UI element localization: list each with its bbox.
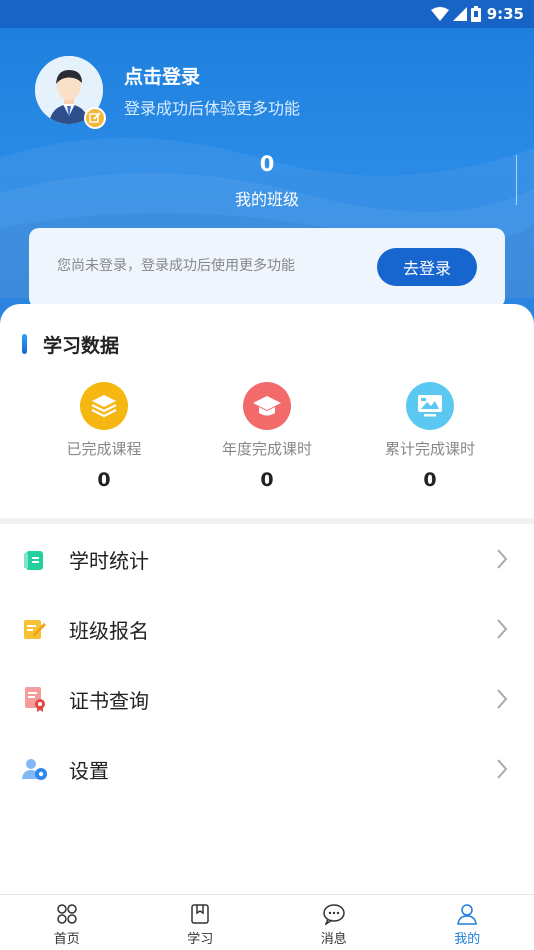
menu-item-label: 设置 xyxy=(69,758,109,783)
login-prompt-title[interactable]: 点击登录 xyxy=(124,62,200,89)
stat-label: 年度完成课时 xyxy=(221,440,312,458)
monitor-icon xyxy=(406,382,454,430)
graduation-cap-icon xyxy=(243,382,291,430)
status-time: 9:35 xyxy=(486,5,524,23)
menu-item-class-signup[interactable]: 班级报名 xyxy=(0,594,534,664)
status-bar: 9:35 xyxy=(0,0,534,28)
tab-study[interactable]: 学习 xyxy=(134,895,268,950)
tab-home[interactable]: 首页 xyxy=(0,895,134,950)
menu-item-label: 证书查询 xyxy=(69,688,149,713)
login-prompt-subtitle: 登录成功后体验更多功能 xyxy=(124,99,301,118)
menu-item-label: 学时统计 xyxy=(69,548,149,573)
home-grid-icon xyxy=(57,904,77,924)
tab-label: 我的 xyxy=(454,932,481,947)
go-login-button[interactable]: 去登录 xyxy=(377,248,477,286)
tab-mine[interactable]: 我的 xyxy=(401,895,534,950)
battery-icon xyxy=(470,6,481,22)
chevron-right-icon xyxy=(497,549,508,569)
stat-total-hours[interactable]: 累计完成课时 0 xyxy=(340,382,520,491)
edit-note-icon xyxy=(22,616,48,642)
menu-item-settings[interactable]: 设置 xyxy=(0,734,534,804)
chevron-right-icon xyxy=(497,689,508,709)
chevron-right-icon xyxy=(497,759,508,779)
my-class-label[interactable]: 我的班级 xyxy=(0,186,534,210)
my-class-count[interactable]: 0 xyxy=(0,152,534,176)
menu-item-label: 班级报名 xyxy=(69,618,149,643)
stat-label: 已完成课程 xyxy=(66,440,142,458)
header-divider xyxy=(516,155,517,205)
stat-value: 0 xyxy=(423,469,437,491)
login-notice-text: 您尚未登录，登录成功后使用更多功能 xyxy=(57,258,295,274)
certificate-icon xyxy=(22,686,48,712)
study-data-title: 学习数据 xyxy=(43,335,120,357)
stat-annual-hours[interactable]: 年度完成课时 0 xyxy=(177,382,357,491)
tab-messages[interactable]: 消息 xyxy=(267,895,401,950)
section-accent-bar xyxy=(22,334,27,354)
status-icons xyxy=(430,6,481,22)
tab-label: 学习 xyxy=(187,932,214,947)
menu-item-study-hours[interactable]: 学时统计 xyxy=(0,524,534,594)
tab-label: 消息 xyxy=(320,932,347,947)
wifi-icon xyxy=(430,7,449,21)
edit-avatar-icon[interactable] xyxy=(84,107,106,129)
book-icon xyxy=(191,904,209,924)
stat-completed-courses[interactable]: 已完成课程 0 xyxy=(14,382,194,491)
notebook-icon xyxy=(22,546,48,572)
chat-bubble-icon xyxy=(323,904,345,925)
study-data-panel: 学习数据 已完成课程 0 年度完成课时 0 累计完成课时 0 xyxy=(0,304,534,518)
stat-value: 0 xyxy=(97,469,111,491)
user-settings-icon xyxy=(22,756,48,782)
tab-label: 首页 xyxy=(53,932,80,947)
signal-icon xyxy=(452,7,467,21)
person-icon xyxy=(457,904,478,925)
stat-value: 0 xyxy=(260,469,274,491)
layers-icon xyxy=(80,382,128,430)
menu-list: 学时统计 班级报名 证书查询 设置 xyxy=(0,524,534,804)
chevron-right-icon xyxy=(497,619,508,639)
login-notice-card: 您尚未登录，登录成功后使用更多功能 去登录 xyxy=(29,228,505,308)
bottom-tab-bar: 首页 学习 消息 我的 xyxy=(0,894,534,950)
stat-label: 累计完成课时 xyxy=(384,440,475,458)
menu-item-certificate-query[interactable]: 证书查询 xyxy=(0,664,534,734)
